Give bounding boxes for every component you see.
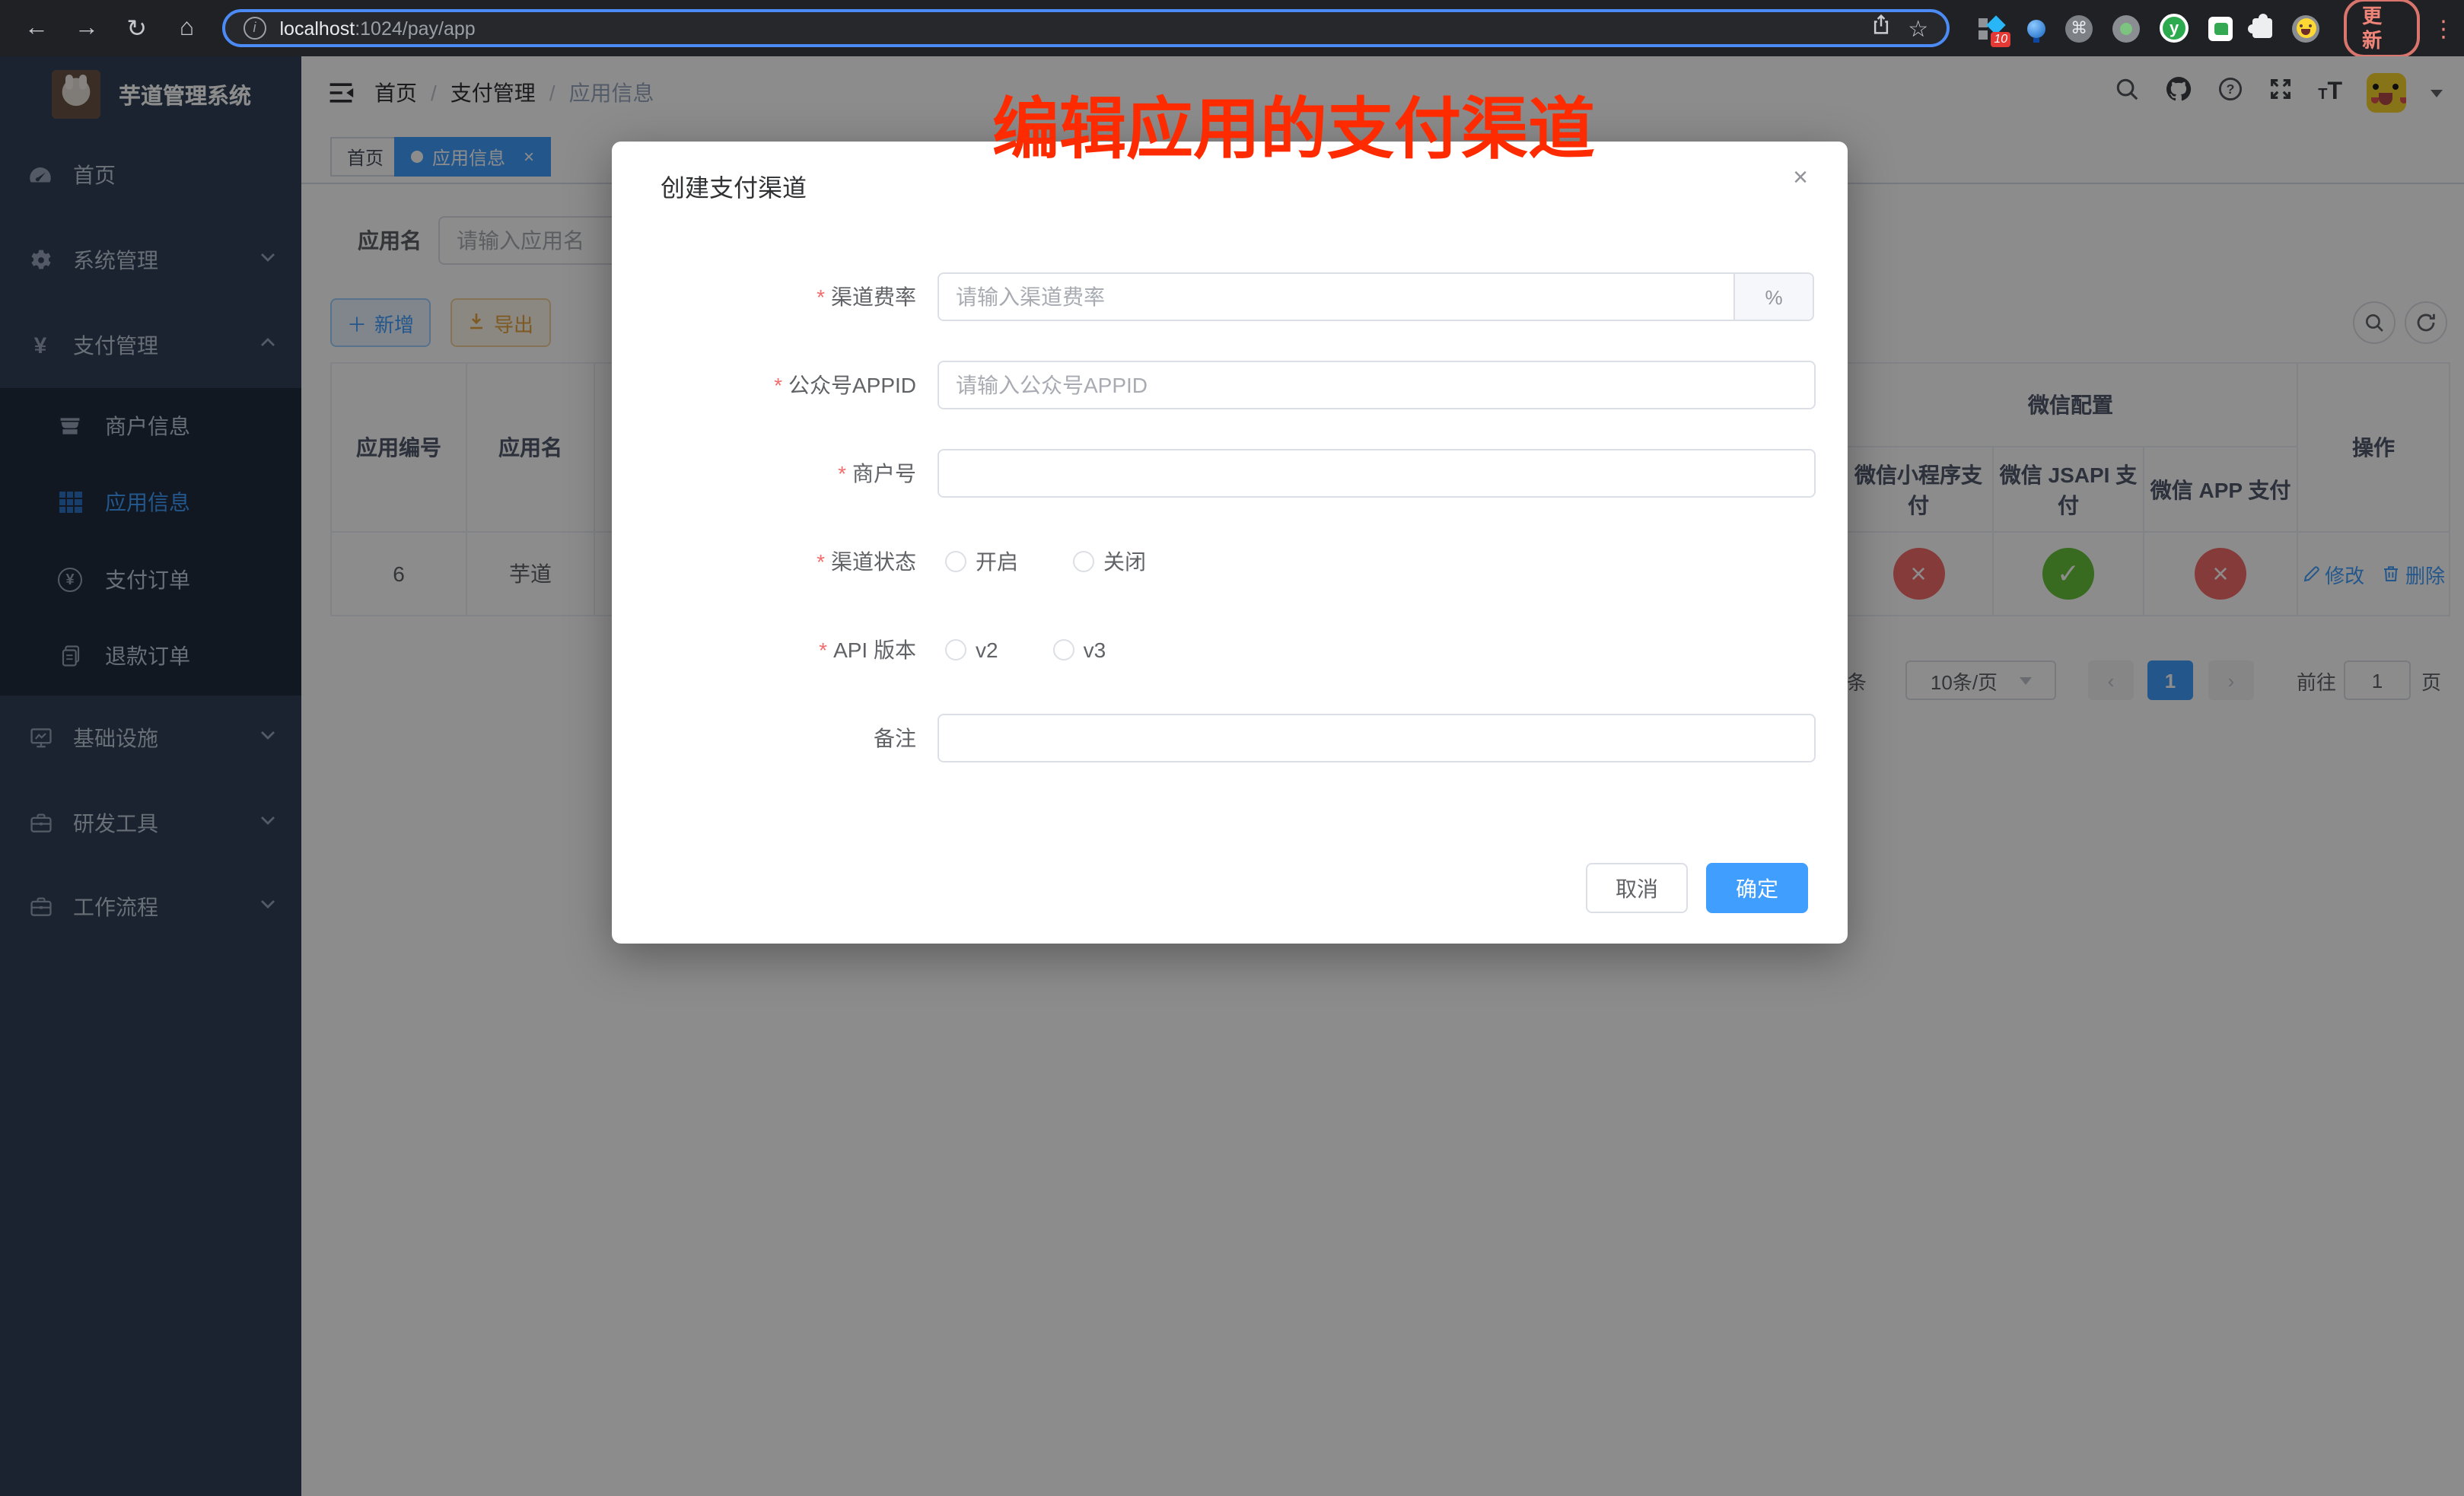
site-info-icon[interactable]: i	[244, 17, 266, 40]
radio-status-on[interactable]: 开启	[945, 546, 1018, 577]
field-label: *渠道状态	[612, 546, 916, 577]
extension-emoji-icon[interactable]	[2292, 14, 2319, 42]
dialog-title: 创建支付渠道	[661, 167, 807, 204]
home-icon[interactable]: ⌂	[173, 14, 201, 42]
screenshot-root: ← → ↻ ⌂ i localhost:1024/pay/app ☆ 10 ⌘ …	[0, 0, 2464, 1496]
percent-suffix: %	[1733, 272, 1814, 321]
extension-record-icon[interactable]	[2112, 14, 2140, 42]
radio-circle-icon	[1053, 639, 1074, 660]
share-icon[interactable]	[1870, 12, 1891, 44]
forward-icon[interactable]: →	[73, 14, 100, 42]
field-row-status: *渠道状态 开启 关闭	[612, 537, 1848, 586]
extension-tabs-icon[interactable]: 10	[1977, 14, 2007, 42]
radio-label: 开启	[976, 546, 1018, 577]
back-icon[interactable]: ←	[23, 14, 50, 42]
field-label: *商户号	[612, 458, 916, 489]
appid-input[interactable]	[938, 361, 1816, 409]
radio-api-v2[interactable]: v2	[945, 638, 998, 662]
field-row-appid: *公众号APPID	[612, 361, 1848, 409]
field-label: *渠道费率	[612, 282, 916, 312]
address-bar[interactable]: i localhost:1024/pay/app ☆	[222, 9, 1950, 47]
required-asterisk: *	[819, 638, 827, 662]
field-label: 备注	[612, 723, 916, 753]
required-asterisk: *	[774, 373, 782, 397]
extension-chat-icon[interactable]	[2208, 16, 2233, 40]
required-asterisk: *	[838, 461, 846, 485]
extensions-area: 10 ⌘ y	[1977, 14, 2319, 43]
cancel-button[interactable]: 取消	[1586, 863, 1688, 913]
create-channel-dialog: 创建支付渠道 × *渠道费率 % *公众号APPID *商户号 *渠道状态	[612, 142, 1848, 944]
rate-input[interactable]	[938, 272, 1735, 321]
browser-menu-icon[interactable]: ⋮	[2432, 14, 2455, 42]
app-window: 芋道管理系统 首页 系统管理 ¥ 支付管理 商户信息	[0, 56, 2464, 1496]
merchant-input[interactable]	[938, 449, 1816, 498]
extensions-puzzle-icon[interactable]	[2252, 18, 2272, 38]
radio-status-off[interactable]: 关闭	[1073, 546, 1146, 577]
field-row-merchant: *商户号	[612, 449, 1848, 498]
radio-circle-icon	[1073, 551, 1094, 572]
reload-icon[interactable]: ↻	[123, 13, 151, 43]
field-row-rate: *渠道费率 %	[612, 272, 1848, 321]
browser-update-button[interactable]: 更新	[2344, 0, 2420, 58]
radio-label: v2	[976, 638, 998, 662]
url-text: localhost:1024/pay/app	[280, 18, 476, 39]
dialog-close-icon[interactable]: ×	[1793, 163, 1808, 193]
browser-toolbar: ← → ↻ ⌂ i localhost:1024/pay/app ☆ 10 ⌘ …	[0, 0, 2464, 56]
field-label: *公众号APPID	[612, 370, 916, 400]
required-asterisk: *	[817, 549, 825, 574]
field-row-api-version: *API 版本 v2 v3	[612, 625, 1848, 674]
extension-balloon-icon[interactable]	[2027, 19, 2045, 37]
radio-circle-icon	[945, 639, 966, 660]
extension-command-icon[interactable]: ⌘	[2065, 14, 2093, 42]
radio-api-v3[interactable]: v3	[1053, 638, 1106, 662]
radio-circle-icon	[945, 551, 966, 572]
annotation-text: 编辑应用的支付渠道	[992, 75, 1595, 172]
radio-label: 关闭	[1103, 546, 1146, 577]
field-label: *API 版本	[612, 635, 916, 665]
confirm-button[interactable]: 确定	[1706, 863, 1808, 913]
extension-y-icon[interactable]: y	[2160, 14, 2189, 43]
bookmark-star-icon[interactable]: ☆	[1908, 14, 1928, 42]
field-row-remark: 备注	[612, 714, 1848, 762]
remark-input[interactable]	[938, 714, 1816, 762]
radio-label: v3	[1084, 638, 1106, 662]
required-asterisk: *	[817, 285, 825, 309]
